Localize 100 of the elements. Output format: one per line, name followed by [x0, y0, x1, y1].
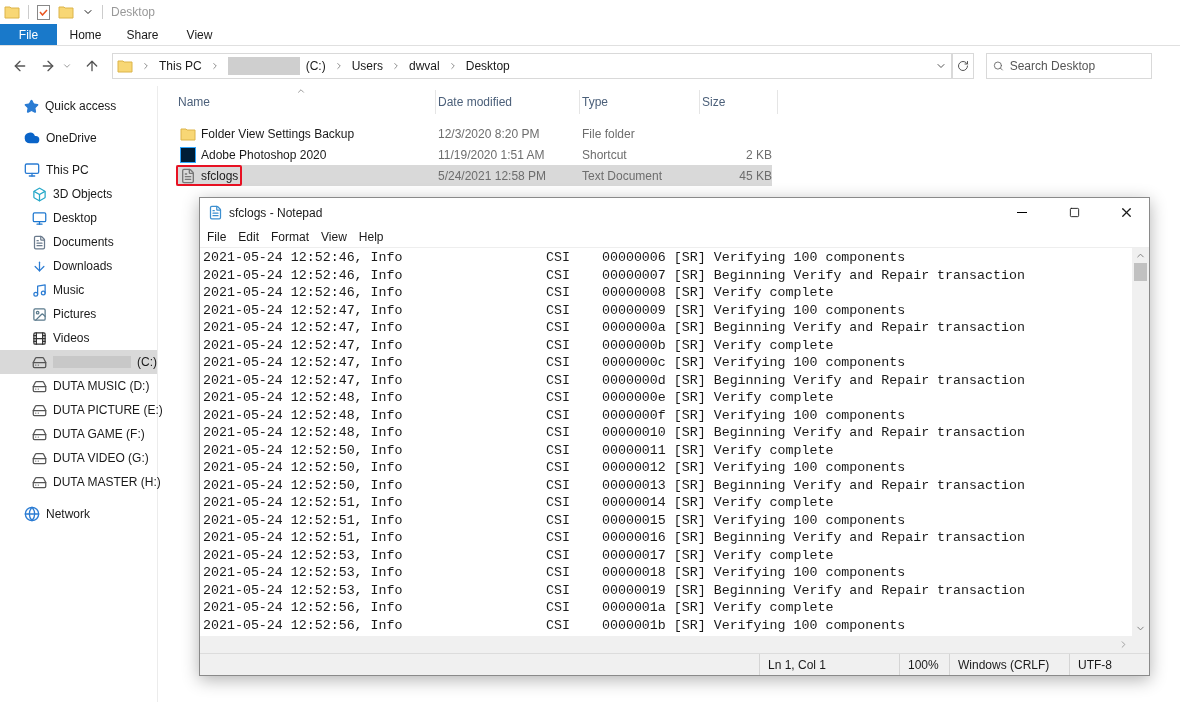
menu-item[interactable]: View	[316, 228, 352, 246]
window-title: Desktop	[111, 4, 156, 21]
log-line: 2021-05-24 12:52:50, Info CSI 00000013 [SR] Beginning Verify and Repair transaction	[203, 476, 1025, 494]
up-icon[interactable]	[84, 58, 100, 74]
column-header[interactable]: Date modified	[436, 90, 580, 114]
sidebar-label: OneDrive	[46, 130, 97, 147]
maximize-icon	[1068, 207, 1080, 218]
scrollbar-thumb[interactable]	[1134, 263, 1147, 281]
drive-icon	[32, 354, 47, 370]
chevron-icon	[141, 61, 151, 71]
search-field[interactable]: Search Desktop	[986, 53, 1152, 79]
file-row[interactable]: Adobe Photoshop 2020 11/19/2020 1:51 AM Shortcut 2 KB	[176, 144, 772, 165]
forward-icon[interactable]	[40, 58, 56, 74]
vertical-scrollbar[interactable]	[1132, 248, 1149, 636]
sidebar-label: Downloads	[53, 258, 113, 275]
type-cell: File folder	[582, 126, 635, 141]
log-line: 2021-05-24 12:52:48, Info CSI 0000000e [SR] Verify complete	[203, 389, 834, 407]
status-text: 100%	[908, 656, 939, 674]
file-name: Folder View Settings Backup	[201, 125, 355, 143]
star-icon	[24, 98, 39, 114]
column-header[interactable]: Size	[700, 90, 778, 114]
sidebar-item[interactable]: Music	[0, 278, 157, 302]
status-text: UTF-8	[1078, 656, 1112, 674]
column-header[interactable]: Type	[580, 90, 700, 114]
sidebar-item[interactable]: Videos	[0, 326, 157, 350]
log-line: 2021-05-24 12:52:53, Info CSI 00000017 [SR] Verify complete	[203, 546, 834, 564]
refresh-icon	[957, 60, 969, 72]
picture-icon	[32, 306, 47, 322]
horizontal-scrollbar[interactable]	[200, 636, 1149, 653]
file-row[interactable]: sfclogs 5/24/2021 12:58 PM Text Document 45 KB	[176, 165, 772, 186]
menu-item[interactable]: File	[202, 228, 232, 246]
document-icon	[32, 234, 47, 250]
sidebar-label: DUTA MASTER (H:)	[53, 474, 161, 491]
date-cell: 5/24/2021 12:58 PM	[438, 168, 547, 183]
sidebar-item[interactable]: 3D Objects	[0, 182, 157, 206]
menu-item[interactable]: Edit	[233, 228, 265, 246]
sort-ascending-icon	[296, 86, 306, 96]
sidebar-item[interactable]: Network	[0, 502, 157, 526]
sidebar-label: DUTA GAME (F:)	[53, 426, 145, 443]
monitor-icon	[24, 162, 40, 178]
sidebar-item[interactable]: DUTA MUSIC (D:)	[0, 374, 157, 398]
log-line: 2021-05-24 12:52:50, Info CSI 00000012 [SR] Verifying 100 components	[203, 459, 906, 477]
type-cell: Text Document	[582, 168, 663, 183]
breadcrumb-item[interactable]: Users	[351, 57, 384, 75]
sidebar-item[interactable]: This PC	[0, 158, 157, 182]
log-line: 2021-05-24 12:52:53, Info CSI 00000018 [SR] Verifying 100 components	[203, 564, 906, 582]
recent-locations-icon[interactable]	[62, 61, 72, 71]
address-bar[interactable]: This PC (C:) Users dwval Desktop	[112, 53, 952, 79]
file-row[interactable]: Folder View Settings Backup 12/3/2020 8:20 PM File folder	[176, 123, 772, 144]
breadcrumb-item[interactable]: This PC	[159, 57, 202, 75]
ribbon-tab[interactable]: File	[0, 24, 57, 45]
sidebar-label: Documents	[53, 234, 114, 251]
log-line: 2021-05-24 12:52:47, Info CSI 0000000b [SR] Verify complete	[203, 336, 834, 354]
sidebar-item[interactable]: DUTA GAME (F:)	[0, 422, 157, 446]
sidebar-label: Desktop	[53, 210, 98, 227]
column-header[interactable]: Name	[176, 90, 436, 114]
checkmark-document-icon[interactable]	[37, 4, 50, 20]
log-line: 2021-05-24 12:52:50, Info CSI 00000011 [SR] Verify complete	[203, 441, 834, 459]
log-line: 2021-05-24 12:52:51, Info CSI 00000016 [SR] Beginning Verify and Repair transaction	[203, 529, 1025, 547]
text-file-icon	[180, 167, 196, 184]
sidebar-label: DUTA MUSIC (D:)	[53, 378, 150, 395]
monitor-icon	[32, 210, 47, 226]
drive-icon	[32, 426, 47, 442]
menu-item[interactable]: Format	[266, 228, 315, 246]
back-icon[interactable]	[12, 58, 28, 74]
ribbon-tab[interactable]: View	[171, 24, 228, 45]
notepad-icon	[208, 205, 223, 220]
sidebar-item[interactable]: Desktop	[0, 206, 157, 230]
sidebar-label: DUTA PICTURE (E:)	[53, 402, 163, 419]
sidebar-item[interactable]: Pictures	[0, 302, 157, 326]
file-name: sfclogs	[201, 167, 239, 185]
sidebar-item[interactable]: Quick access	[0, 94, 157, 118]
breadcrumb-item[interactable]: dwval	[409, 57, 440, 75]
folder-icon	[4, 4, 20, 20]
sidebar-item[interactable]: DUTA VIDEO (G:)	[0, 446, 157, 470]
sidebar-item[interactable]: Documents	[0, 230, 157, 254]
folder-icon	[58, 4, 74, 20]
log-line: 2021-05-24 12:52:48, Info CSI 0000000f [SR] Verifying 100 components	[203, 406, 906, 424]
minimize-icon	[1017, 212, 1027, 213]
ribbon-tab[interactable]: Share	[114, 24, 171, 45]
search-input[interactable]: Search Desktop	[1009, 57, 1145, 75]
film-icon	[32, 330, 47, 346]
ribbon-tab[interactable]: Home	[57, 24, 114, 45]
network-icon	[24, 506, 40, 522]
refresh-button[interactable]	[952, 53, 974, 79]
log-line: 2021-05-24 12:52:56, Info CSI 0000001b [SR] Verifying 100 components	[203, 616, 906, 634]
sidebar-item[interactable]: OneDrive	[0, 126, 157, 150]
sidebar-item[interactable]: (C:)	[0, 350, 157, 374]
drive-icon	[32, 402, 47, 418]
log-line: 2021-05-24 12:52:47, Info CSI 0000000c [SR] Verifying 100 components	[203, 354, 906, 372]
sidebar-item[interactable]: Downloads	[0, 254, 157, 278]
size-cell: 45 KB	[739, 168, 772, 183]
menu-item[interactable]: Help	[353, 228, 389, 246]
log-line: 2021-05-24 12:52:46, Info CSI 00000006 [SR] Verifying 100 components	[203, 249, 906, 267]
breadcrumb-item[interactable]: Desktop	[465, 57, 510, 75]
status-text: Ln 1, Col 1	[768, 656, 827, 674]
log-line: 2021-05-24 12:52:47, Info CSI 0000000d [SR] Beginning Verify and Repair transaction	[203, 371, 1025, 389]
log-line: 2021-05-24 12:52:46, Info CSI 00000008 [SR] Verify complete	[203, 284, 834, 302]
breadcrumb-item[interactable]: (C:)	[227, 57, 326, 75]
size-cell: 2 KB	[746, 147, 772, 162]
